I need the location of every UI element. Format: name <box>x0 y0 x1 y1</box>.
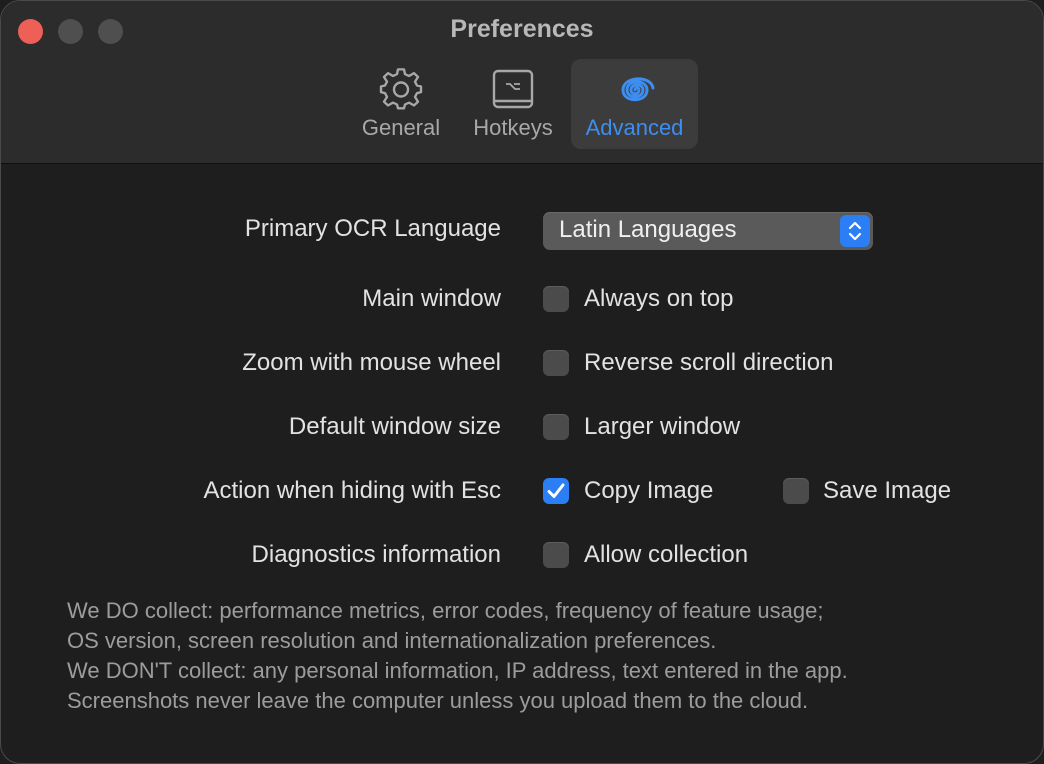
keyboard-icon <box>463 67 563 113</box>
spiral-icon <box>571 67 698 113</box>
diagnostics-note: We DO collect: performance metrics, erro… <box>67 596 848 716</box>
note-line: OS version, screen resolution and intern… <box>67 628 717 653</box>
esc-action-label: Action when hiding with Esc <box>203 477 502 504</box>
window-title: Preferences <box>450 15 594 43</box>
save-image-checkbox[interactable] <box>783 478 809 504</box>
allow-collection-label[interactable]: Allow collection <box>584 541 748 569</box>
note-line: We DON'T collect: any personal informati… <box>67 658 848 683</box>
reverse-scroll-label[interactable]: Reverse scroll direction <box>584 349 833 377</box>
tab-hotkeys-label: Hotkeys <box>473 115 553 140</box>
ocr-language-select[interactable]: Latin Languages <box>543 212 873 250</box>
note-line: We DO collect: performance metrics, erro… <box>67 598 824 623</box>
save-image-label[interactable]: Save Image <box>823 477 951 505</box>
ocr-language-value: Latin Languages <box>559 216 737 243</box>
allow-collection-checkbox[interactable] <box>543 542 569 568</box>
main-window-label: Main window <box>362 285 501 312</box>
reverse-scroll-checkbox[interactable] <box>543 350 569 376</box>
toolbar: Preferences General Hotkeys Advanced <box>1 1 1043 164</box>
always-on-top-checkbox[interactable] <box>543 286 569 312</box>
larger-window-label[interactable]: Larger window <box>584 413 740 441</box>
tab-general[interactable]: General <box>351 59 451 149</box>
select-arrows-icon <box>840 215 870 247</box>
copy-image-checkbox[interactable] <box>543 478 569 504</box>
window-size-label: Default window size <box>288 413 501 440</box>
tab-general-label: General <box>361 115 441 140</box>
copy-image-label[interactable]: Copy Image <box>584 477 713 505</box>
diagnostics-label: Diagnostics information <box>251 541 501 568</box>
tab-hotkeys[interactable]: Hotkeys <box>463 59 563 149</box>
always-on-top-label[interactable]: Always on top <box>584 285 733 313</box>
checkmark-icon <box>547 483 565 498</box>
note-line: Screenshots never leave the computer unl… <box>67 688 809 713</box>
gear-icon <box>351 67 451 113</box>
larger-window-checkbox[interactable] <box>543 414 569 440</box>
tab-advanced-label: Advanced <box>585 115 684 140</box>
tab-advanced[interactable]: Advanced <box>571 59 698 149</box>
zoom-label: Zoom with mouse wheel <box>242 349 501 376</box>
ocr-language-label: Primary OCR Language <box>244 215 501 242</box>
preferences-window: Preferences General Hotkeys Advanced Pri… <box>0 0 1044 764</box>
